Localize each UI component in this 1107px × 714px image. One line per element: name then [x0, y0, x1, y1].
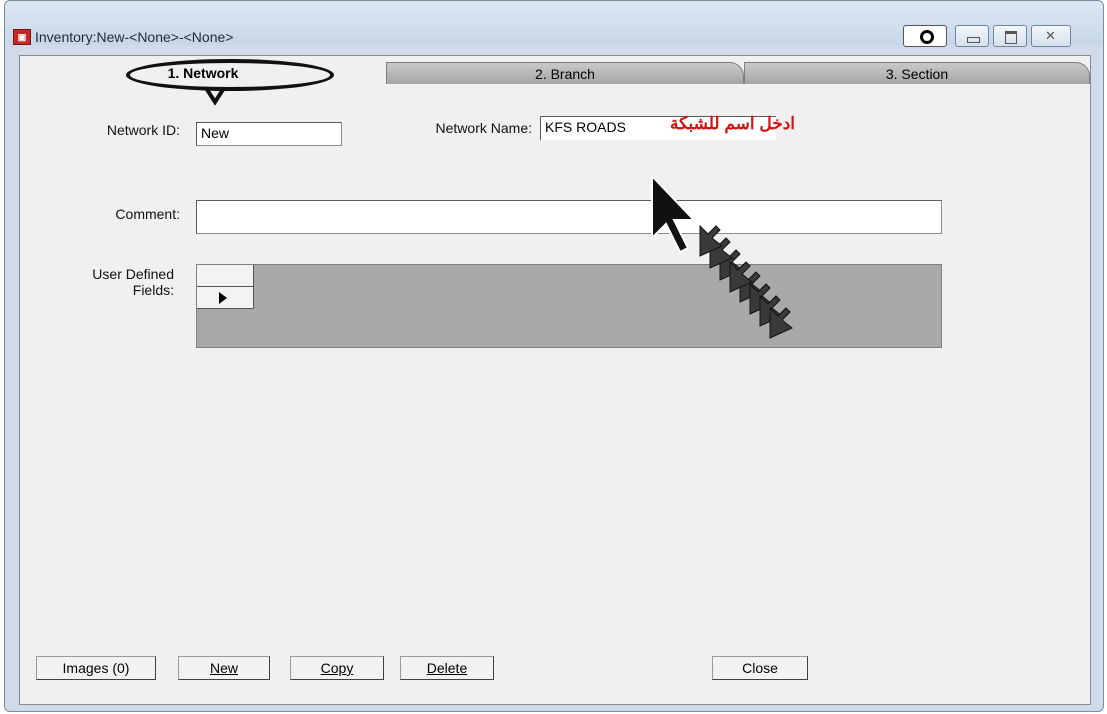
cursor-trail-icon	[651, 176, 793, 339]
udf-grid[interactable]	[196, 264, 942, 348]
window-title: Inventory:New-<None>-<None>	[35, 29, 234, 45]
minimize-icon[interactable]	[955, 25, 989, 47]
tab-section[interactable]: 3. Section	[744, 62, 1090, 84]
network-name-label: Network Name:	[435, 120, 532, 136]
copy-button[interactable]: Copy	[290, 656, 384, 680]
title-bar[interactable]: ▣ Inventory:New-<None>-<None>	[5, 1, 1103, 47]
network-id-label: Network ID:	[106, 122, 180, 138]
new-button[interactable]: New	[178, 656, 270, 680]
close-icon[interactable]	[1031, 25, 1071, 47]
comment-field[interactable]	[196, 200, 942, 234]
inventory-app-icon: ▣	[13, 29, 31, 45]
row-pointer-icon	[219, 292, 227, 304]
inventory-window: ▣ Inventory:New-<None>-<None> 1. Network…	[4, 0, 1104, 712]
tab-branch-label: 2. Branch	[535, 66, 595, 82]
callout-highlight	[126, 59, 334, 91]
tab-branch[interactable]: 2. Branch	[386, 62, 744, 84]
udf-grid-row-selector[interactable]	[197, 287, 254, 309]
udf-label-line2: Fields:	[132, 282, 174, 298]
network-name-hint: ادخل اسم للشبكة	[670, 114, 796, 133]
network-id-field[interactable]: New	[196, 122, 342, 146]
form-client-area: 1. Network 2. Branch 3. Section Network …	[19, 55, 1091, 705]
tab-section-label: 3. Section	[885, 66, 949, 82]
pin-icon[interactable]	[903, 25, 947, 47]
delete-button[interactable]: Delete	[400, 656, 494, 680]
comment-label: Comment:	[115, 206, 180, 222]
close-button[interactable]: Close	[712, 656, 808, 680]
udf-grid-header-cell	[197, 265, 254, 287]
images-button[interactable]: Images (0)	[36, 656, 156, 680]
udf-label-line1: User Defined	[92, 266, 174, 282]
udf-label: User Defined Fields:	[60, 266, 174, 298]
maximize-icon[interactable]	[993, 25, 1027, 47]
callout-tail-icon	[204, 86, 226, 106]
